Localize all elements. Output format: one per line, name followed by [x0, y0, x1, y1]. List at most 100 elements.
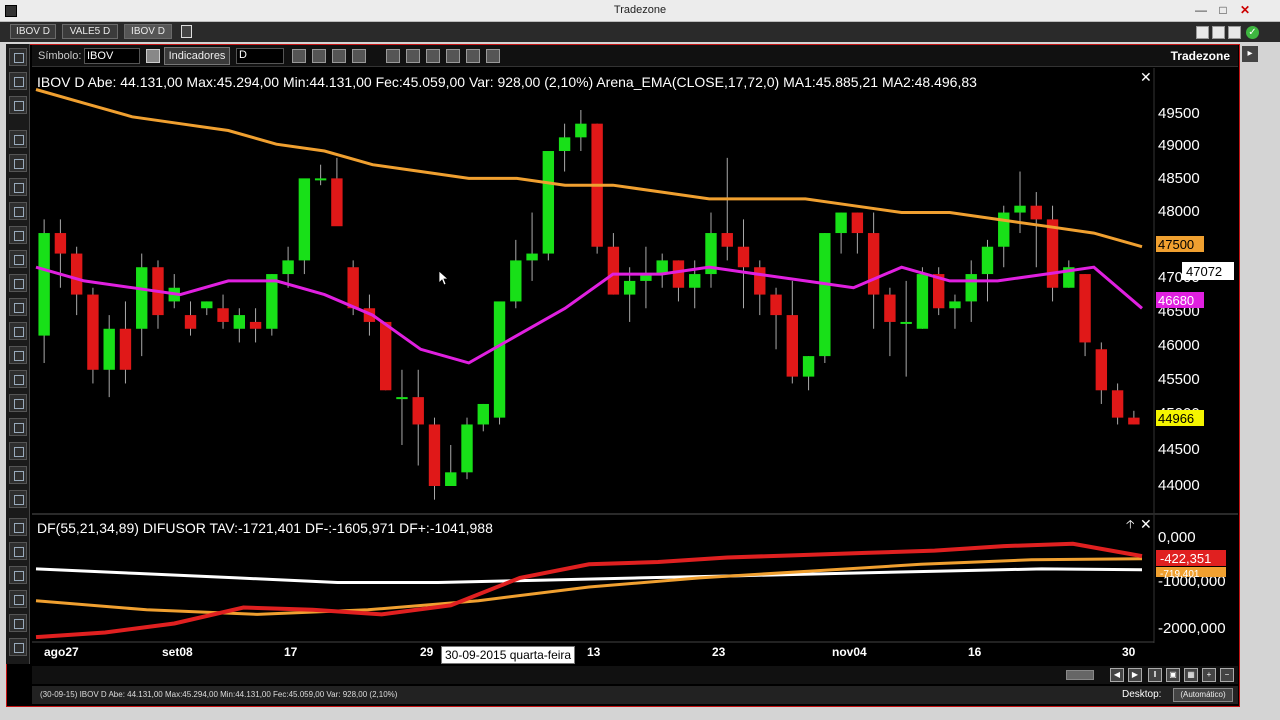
- tool-levels-icon[interactable]: [9, 298, 27, 316]
- indicators-button[interactable]: Indicadores: [164, 47, 230, 65]
- collapse-arrow-icon[interactable]: ▸: [1242, 46, 1258, 62]
- money-icon[interactable]: [352, 49, 366, 63]
- document-icon[interactable]: [1212, 26, 1225, 39]
- globe-icon[interactable]: [486, 49, 500, 63]
- date-tick: ago27: [44, 645, 79, 659]
- reset-icon[interactable]: ▦: [1184, 668, 1198, 682]
- candle-body: [87, 294, 99, 370]
- scroll-right-icon[interactable]: ▶: [1128, 668, 1142, 682]
- crosshair-icon[interactable]: [466, 49, 480, 63]
- fit-icon[interactable]: ▣: [1166, 668, 1180, 682]
- close-button[interactable]: ✕: [1236, 2, 1254, 18]
- close-diffusor-panel-icon[interactable]: ✕: [1140, 516, 1152, 532]
- tab-ibov-2[interactable]: IBOV D: [124, 24, 172, 39]
- price-chart[interactable]: IBOV D Abe: 44.131,00 Max:45.294,00 Min:…: [32, 68, 1238, 666]
- df-stack-badge: -719,401: [1160, 569, 1200, 580]
- candle-body: [770, 294, 782, 316]
- price-panel-header: IBOV D Abe: 44.131,00 Max:45.294,00 Min:…: [37, 74, 977, 90]
- dropdown-icon[interactable]: [386, 49, 400, 63]
- tool-box-icon[interactable]: [9, 178, 27, 196]
- tool-pencil-icon[interactable]: [9, 394, 27, 412]
- candle-body: [412, 397, 424, 425]
- tool-ray-icon[interactable]: [9, 370, 27, 388]
- date-tick: set08: [162, 645, 193, 659]
- maximize-button[interactable]: □: [1214, 2, 1232, 18]
- tool-eraser-icon[interactable]: [9, 590, 27, 608]
- tool-stop-icon[interactable]: [9, 322, 27, 340]
- zoom-out-icon[interactable]: −: [1220, 668, 1234, 682]
- new-tab-icon[interactable]: [181, 25, 192, 38]
- desktop-label: Desktop:: [1122, 689, 1162, 700]
- tool-wrench-icon[interactable]: [9, 130, 27, 148]
- tool-fibonacci-icon[interactable]: [9, 250, 27, 268]
- drawing-toolbar: [6, 44, 30, 664]
- tool-lines-icon[interactable]: [9, 72, 27, 90]
- candle-body: [819, 233, 831, 357]
- edit-icon[interactable]: [312, 49, 326, 63]
- title-bar: Tradezone — □ ✕: [0, 0, 1280, 22]
- candle-body: [1014, 205, 1026, 213]
- date-tick: 30: [1122, 645, 1136, 659]
- scroll-left-icon[interactable]: ◀: [1110, 668, 1124, 682]
- candle-body: [282, 260, 294, 275]
- scroll-thumb[interactable]: [1066, 670, 1094, 680]
- tool-pointer-icon[interactable]: [9, 154, 27, 172]
- tool-arc-icon[interactable]: [9, 466, 27, 484]
- tool-measure-icon[interactable]: [9, 614, 27, 632]
- tool-channel-icon[interactable]: [9, 274, 27, 292]
- tool-fan-icon[interactable]: [9, 442, 27, 460]
- tool-window-icon[interactable]: [9, 48, 27, 66]
- panel-up-arrow-icon[interactable]: 🡡: [1126, 517, 1135, 531]
- candle-body: [249, 321, 262, 329]
- save-icon[interactable]: [146, 49, 160, 63]
- zoom-in-icon[interactable]: +: [1202, 668, 1216, 682]
- tab-vale5[interactable]: VALE5 D: [62, 24, 118, 39]
- tool-arrow-icon[interactable]: [9, 418, 27, 436]
- tool-trendline-icon[interactable]: [9, 346, 27, 364]
- candle-body: [965, 274, 977, 302]
- tool-rect-icon[interactable]: [9, 518, 27, 536]
- candle-body: [445, 472, 457, 486]
- candle-body: [542, 151, 555, 254]
- tool-grid-icon[interactable]: [9, 202, 27, 220]
- status-bar: (30-09-15) IBOV D Abe: 44.131,00 Max:45.…: [32, 686, 1238, 704]
- tool-brush-icon[interactable]: [9, 566, 27, 584]
- settings-icon[interactable]: [1228, 26, 1241, 39]
- candle-body: [1079, 274, 1091, 343]
- candle-body: [217, 308, 229, 322]
- candle-body: [184, 315, 197, 329]
- zoom-icon[interactable]: [292, 49, 306, 63]
- minimize-button[interactable]: —: [1192, 2, 1210, 18]
- pause-icon[interactable]: ‖: [1148, 668, 1162, 682]
- tool-hline-icon[interactable]: [9, 490, 27, 508]
- candle-body: [510, 260, 522, 302]
- date-tick: 13: [587, 645, 601, 659]
- ma-slow-badge: 47500: [1158, 237, 1194, 252]
- tool-ellipse-icon[interactable]: [9, 542, 27, 560]
- candle-body: [802, 356, 815, 377]
- candle-body: [314, 178, 327, 181]
- symbol-input[interactable]: [84, 48, 140, 64]
- desktop-select[interactable]: (Automático): [1173, 688, 1233, 702]
- window-tile-icon[interactable]: [1196, 26, 1209, 39]
- layout-icon[interactable]: [406, 49, 420, 63]
- close-price-panel-icon[interactable]: ✕: [1140, 69, 1152, 85]
- tool-text-icon[interactable]: [9, 638, 27, 656]
- export-icon[interactable]: [446, 49, 460, 63]
- candle-body: [233, 315, 246, 329]
- tool-bars-icon[interactable]: [9, 96, 27, 114]
- period-select[interactable]: D: [236, 48, 284, 64]
- list-icon[interactable]: [332, 49, 346, 63]
- candle-body: [721, 233, 733, 247]
- horizontal-scroll-area: ◀ ▶ ‖ ▣ ▦ + −: [32, 666, 1238, 684]
- price-tick: 44500: [1158, 441, 1200, 458]
- candle-body: [1128, 417, 1140, 425]
- print-icon[interactable]: [426, 49, 440, 63]
- tab-ibov-1[interactable]: IBOV D: [10, 24, 56, 39]
- ma-fast-badge: 46680: [1158, 293, 1194, 308]
- candle-body: [900, 321, 912, 324]
- tool-magnet-icon[interactable]: [9, 226, 27, 244]
- candle-body: [526, 253, 538, 261]
- candle-body: [689, 274, 701, 288]
- date-tick: nov04: [832, 645, 867, 659]
